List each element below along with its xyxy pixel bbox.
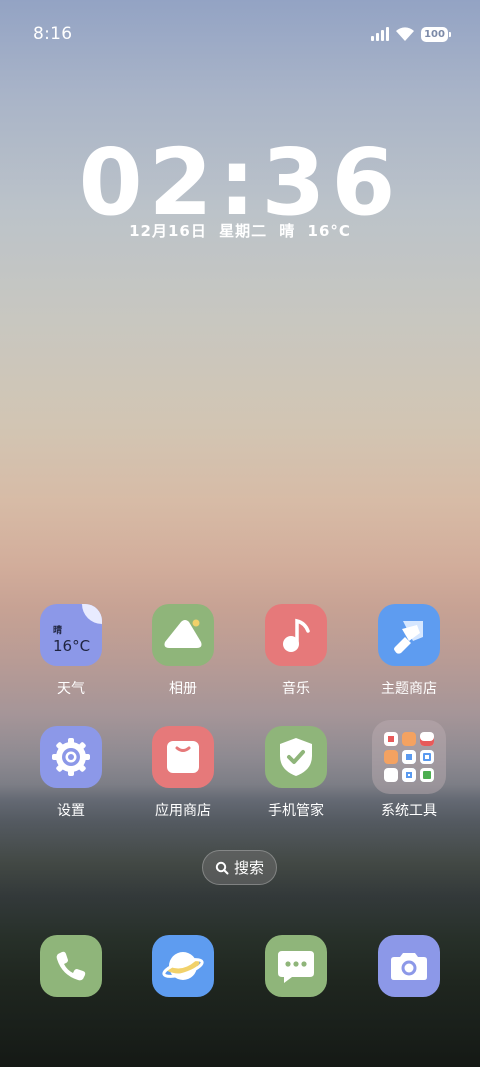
dock-messages[interactable] bbox=[244, 935, 348, 997]
music-icon bbox=[265, 604, 327, 666]
phone-icon bbox=[40, 935, 102, 997]
app-label: 设置 bbox=[57, 803, 85, 819]
app-label: 手机管家 bbox=[268, 803, 324, 819]
app-theme-store[interactable]: 主题商店 bbox=[357, 604, 461, 698]
search-button[interactable]: 搜索 bbox=[202, 850, 277, 885]
camera-icon bbox=[378, 935, 440, 997]
search-icon bbox=[215, 861, 229, 874]
system-tools-folder-icon bbox=[372, 720, 446, 794]
dock-phone[interactable] bbox=[19, 935, 123, 997]
theme-store-icon bbox=[378, 604, 440, 666]
app-music[interactable]: 音乐 bbox=[244, 604, 348, 698]
app-label: 应用商店 bbox=[155, 803, 211, 819]
app-label: 音乐 bbox=[282, 681, 310, 697]
status-time: 8:16 bbox=[33, 24, 73, 44]
settings-icon bbox=[40, 726, 102, 788]
status-bar: 8:16 100 bbox=[33, 22, 451, 46]
battery-level: 100 bbox=[424, 28, 445, 40]
dock-camera[interactable] bbox=[357, 935, 461, 997]
search-label: 搜索 bbox=[233, 859, 264, 877]
dock-browser[interactable] bbox=[131, 935, 235, 997]
status-icons: 100 bbox=[371, 26, 451, 42]
app-system-tools-folder[interactable]: 系统工具 bbox=[357, 720, 461, 820]
phone-manager-icon bbox=[265, 726, 327, 788]
app-settings[interactable]: 设置 bbox=[19, 726, 123, 820]
app-gallery[interactable]: 相册 bbox=[131, 604, 235, 698]
app-label: 主题商店 bbox=[381, 681, 437, 697]
app-label: 相册 bbox=[169, 681, 197, 697]
gallery-icon bbox=[152, 604, 214, 666]
app-label: 系统工具 bbox=[381, 803, 437, 819]
weather-icon: 晴 16°C bbox=[40, 604, 102, 666]
messages-icon bbox=[265, 935, 327, 997]
app-label: 天气 bbox=[57, 681, 85, 697]
app-weather[interactable]: 晴 16°C 天气 bbox=[19, 604, 123, 698]
wifi-icon bbox=[396, 27, 414, 41]
weather-condition: 晴 bbox=[53, 626, 63, 636]
signal-icon bbox=[371, 27, 389, 41]
browser-icon bbox=[152, 935, 214, 997]
weather-temperature: 16°C bbox=[53, 637, 91, 655]
battery-icon: 100 bbox=[421, 26, 451, 42]
app-store-icon bbox=[152, 726, 214, 788]
app-app-store[interactable]: 应用商店 bbox=[131, 726, 235, 820]
app-phone-manager[interactable]: 手机管家 bbox=[244, 726, 348, 820]
date-weather-line[interactable]: 12月16日 星期二 晴 16°C bbox=[0, 220, 480, 241]
